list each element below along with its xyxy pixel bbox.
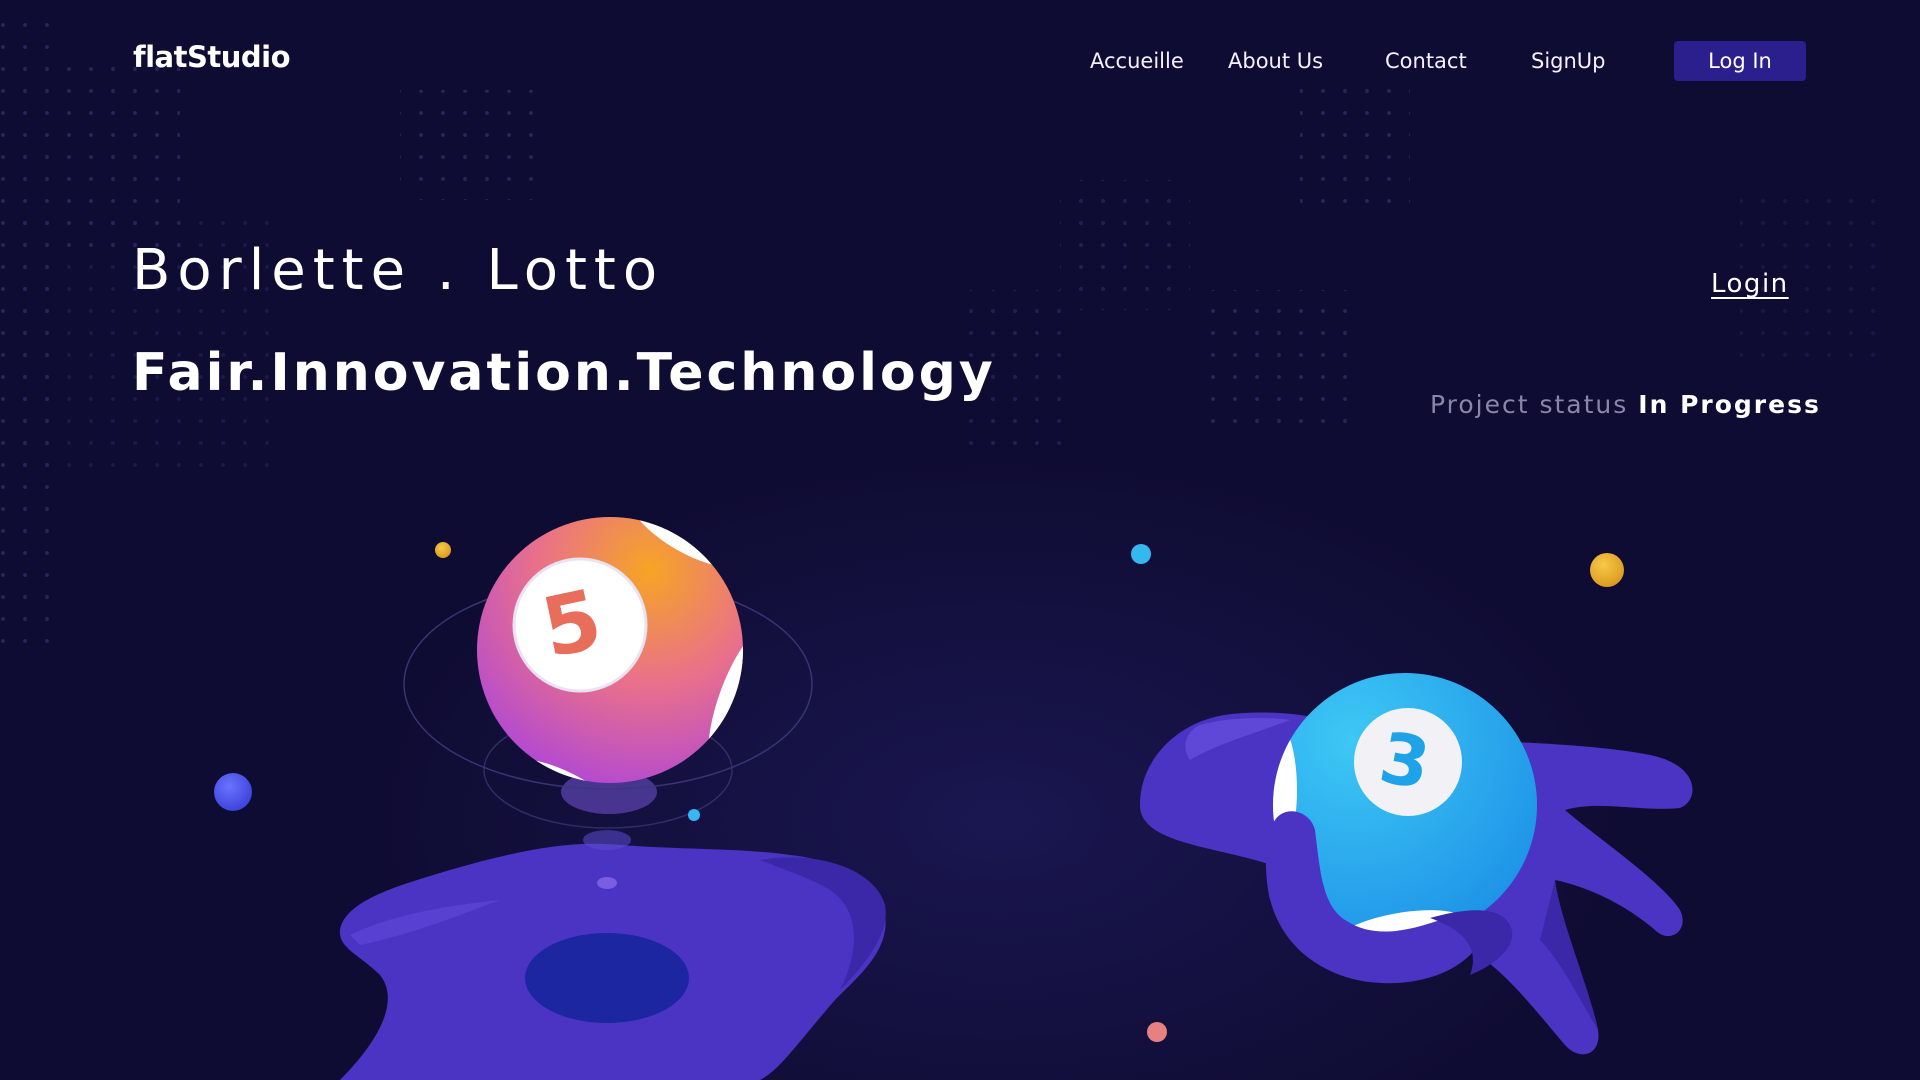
nav-signup[interactable]: SignUp — [1531, 49, 1606, 73]
floating-dot — [214, 773, 252, 811]
floating-dot — [1590, 553, 1624, 587]
lotto-ball-5: 5 — [477, 517, 743, 783]
project-status-label: Project status — [1430, 390, 1629, 419]
nav-about-us[interactable]: About Us — [1228, 49, 1323, 73]
floating-dot — [688, 809, 700, 821]
login-button[interactable]: Log In — [1674, 41, 1806, 81]
page-title: Borlette . Lotto — [132, 238, 665, 303]
landing-page: 5 3 flatStudio Accueille About Us Contac… — [0, 0, 1920, 1080]
floating-dot — [1131, 544, 1151, 564]
nav-contact[interactable]: Contact — [1385, 49, 1467, 73]
nav-accueille[interactable]: Accueille — [1090, 49, 1184, 73]
login-link[interactable]: Login — [1711, 269, 1789, 299]
brand-logo[interactable]: flatStudio — [133, 40, 291, 74]
floating-dot — [1147, 1022, 1167, 1042]
left-hand-illustration — [339, 770, 886, 1080]
tagline: Fair.Innovation.Technology — [132, 343, 996, 403]
floating-dot — [435, 542, 451, 558]
hero-illustration: 5 3 — [214, 517, 1693, 1080]
project-status-value: In Progress — [1638, 390, 1821, 419]
project-status: Project status In Progress — [1430, 390, 1821, 419]
